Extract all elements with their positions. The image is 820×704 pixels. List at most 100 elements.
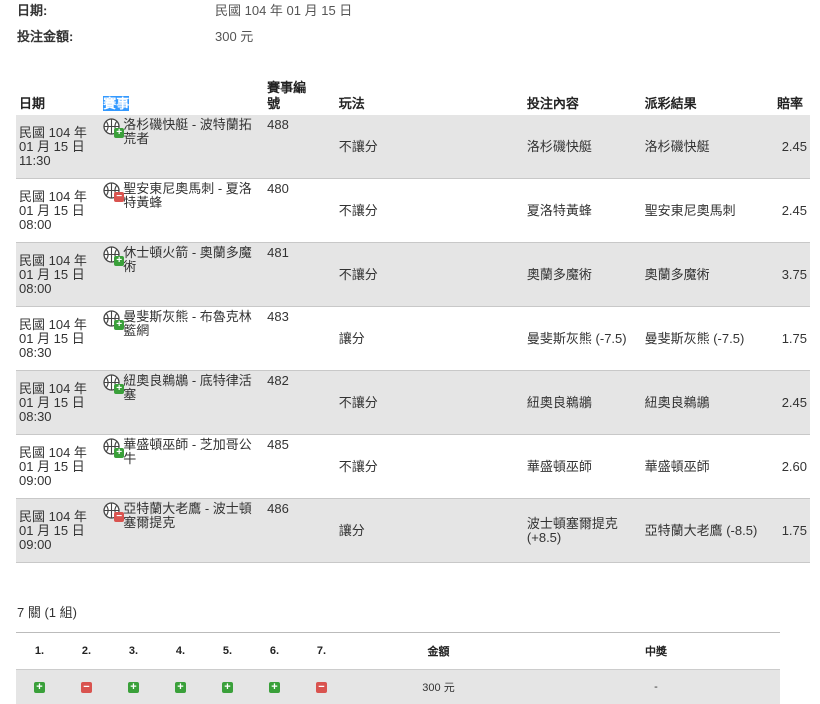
combo-leg-header: 2. [63,633,110,670]
basketball-icon: − [103,502,120,519]
bet-row: 民國 104 年 01 月 15 日 09:00−亞特蘭大老鷹 - 波士頓塞爾提… [16,499,810,563]
bet-content: 夏洛特黃蜂 [524,179,642,243]
bet-row: 民國 104 年 01 月 15 日 11:30+洛杉磯快艇 - 波特蘭拓荒者4… [16,115,810,179]
combo-leg-header: 5. [204,633,251,670]
bet-play: 讓分 [336,499,524,563]
bet-match-cell[interactable]: +紐奧良鵜鶘 - 底特律活塞 [100,371,264,435]
bet-odds: 1.75 [774,307,810,371]
combo-leg-cell: + [251,670,298,704]
bet-result: 華盛頓巫師 [642,435,774,499]
combo-amount: 300 元 [345,670,532,704]
combo-leg-cell: + [16,670,63,704]
combo-leg-header: 4. [157,633,204,670]
win-badge-icon: + [114,384,124,394]
bet-play: 不讓分 [336,115,524,179]
basketball-icon: − [103,182,120,199]
bet-match-cell[interactable]: +洛杉磯快艇 - 波特蘭拓荒者 [100,115,264,179]
win-badge-icon: + [114,448,124,458]
bet-play: 不讓分 [336,371,524,435]
bet-match-no: 483 [264,307,336,371]
col-odds: 賠率 [774,80,810,115]
bet-match-no: 486 [264,499,336,563]
bet-content: 曼斐斯灰熊 (-7.5) [524,307,642,371]
bet-match: 洛杉磯快艇 - 波特蘭拓荒者 [123,118,261,146]
bet-content: 華盛頓巫師 [524,435,642,499]
basketball-icon: + [103,118,120,135]
combo-prize-header: 中獎 [532,633,780,670]
info-date-value: 民國 104 年 01 月 15 日 [215,0,352,19]
combo-summary: 7 關 (1 組) [17,602,77,621]
bet-row: 民國 104 年 01 月 15 日 08:00+休士頓火箭 - 奧蘭多魔術48… [16,243,810,307]
combo-table: 1.2.3.4.5.6.7.金額中獎 + − + + + + − 300 元- [16,632,780,704]
bet-odds: 2.45 [774,179,810,243]
bets-table: 日期 賽事 賽事編號 玩法 投注內容 派彩結果 賠率 民國 104 年 01 月… [16,80,810,563]
bet-match-cell[interactable]: +曼斐斯灰熊 - 布魯克林籃網 [100,307,264,371]
col-bet: 投注內容 [524,80,642,115]
bet-match: 曼斐斯灰熊 - 布魯克林籃網 [123,310,261,338]
bet-match: 亞特蘭大老鷹 - 波士頓塞爾提克 [123,502,261,530]
bet-match-no: 488 [264,115,336,179]
bet-content: 奧蘭多魔術 [524,243,642,307]
win-square-icon: + [128,682,139,693]
bet-date: 民國 104 年 01 月 15 日 08:00 [16,243,100,307]
bets-body: 民國 104 年 01 月 15 日 11:30+洛杉磯快艇 - 波特蘭拓荒者4… [16,115,810,563]
bet-date: 民國 104 年 01 月 15 日 11:30 [16,115,100,179]
info-amount-label: 投注金額: [17,26,73,45]
bet-play: 讓分 [336,307,524,371]
bet-odds: 3.75 [774,243,810,307]
bet-play: 不讓分 [336,435,524,499]
win-square-icon: + [222,682,233,693]
combo-prize: - [532,670,780,704]
bet-match-cell[interactable]: −聖安東尼奧馬刺 - 夏洛特黃蜂 [100,179,264,243]
basketball-icon: + [103,310,120,327]
bet-match-no: 482 [264,371,336,435]
bet-row: 民國 104 年 01 月 15 日 09:00+華盛頓巫師 - 芝加哥公牛48… [16,435,810,499]
col-match: 賽事 [100,80,264,115]
col-result: 派彩結果 [642,80,774,115]
col-date: 日期 [16,80,100,115]
bet-date: 民國 104 年 01 月 15 日 09:00 [16,435,100,499]
combo-leg-header: 6. [251,633,298,670]
bet-content: 波士頓塞爾提克 (+8.5) [524,499,642,563]
col-play: 玩法 [336,80,524,115]
bet-match: 休士頓火箭 - 奧蘭多魔術 [123,246,261,274]
combo-leg-header: 3. [110,633,157,670]
col-match-no: 賽事編號 [264,80,336,115]
basketball-icon: + [103,438,120,455]
bet-match-no: 481 [264,243,336,307]
bet-match-cell[interactable]: +華盛頓巫師 - 芝加哥公牛 [100,435,264,499]
bet-result: 亞特蘭大老鷹 (-8.5) [642,499,774,563]
bet-result: 紐奧良鵜鶘 [642,371,774,435]
win-badge-icon: + [114,128,124,138]
bets-header-row: 日期 賽事 賽事編號 玩法 投注內容 派彩結果 賠率 [16,80,810,115]
bet-result: 聖安東尼奧馬刺 [642,179,774,243]
combo-leg-cell: + [204,670,251,704]
bet-play: 不讓分 [336,179,524,243]
bet-odds: 2.60 [774,435,810,499]
bet-match: 紐奧良鵜鶘 - 底特律活塞 [123,374,261,402]
bet-content: 紐奧良鵜鶘 [524,371,642,435]
bet-result: 洛杉磯快艇 [642,115,774,179]
loss-square-icon: − [316,682,327,693]
col-match-no-label: 賽事編號 [267,80,313,112]
basketball-icon: + [103,246,120,263]
bet-match-cell[interactable]: +休士頓火箭 - 奧蘭多魔術 [100,243,264,307]
combo-amount-header: 金額 [345,633,532,670]
loss-square-icon: − [81,682,92,693]
bet-row: 民國 104 年 01 月 15 日 08:30+曼斐斯灰熊 - 布魯克林籃網4… [16,307,810,371]
bet-row: 民國 104 年 01 月 15 日 08:30+紐奧良鵜鶘 - 底特律活塞48… [16,371,810,435]
bet-match-no: 480 [264,179,336,243]
win-square-icon: + [175,682,186,693]
info-amount-value: 300 元 [215,26,253,45]
win-square-icon: + [34,682,45,693]
combo-leg-header: 1. [16,633,63,670]
combo-leg-header: 7. [298,633,345,670]
bet-match: 華盛頓巫師 - 芝加哥公牛 [123,438,261,466]
col-match-label: 賽事 [103,96,129,111]
win-badge-icon: + [114,320,124,330]
bet-content: 洛杉磯快艇 [524,115,642,179]
bet-result: 奧蘭多魔術 [642,243,774,307]
bet-match-cell[interactable]: −亞特蘭大老鷹 - 波士頓塞爾提克 [100,499,264,563]
bet-result: 曼斐斯灰熊 (-7.5) [642,307,774,371]
combo-leg-cell: + [157,670,204,704]
